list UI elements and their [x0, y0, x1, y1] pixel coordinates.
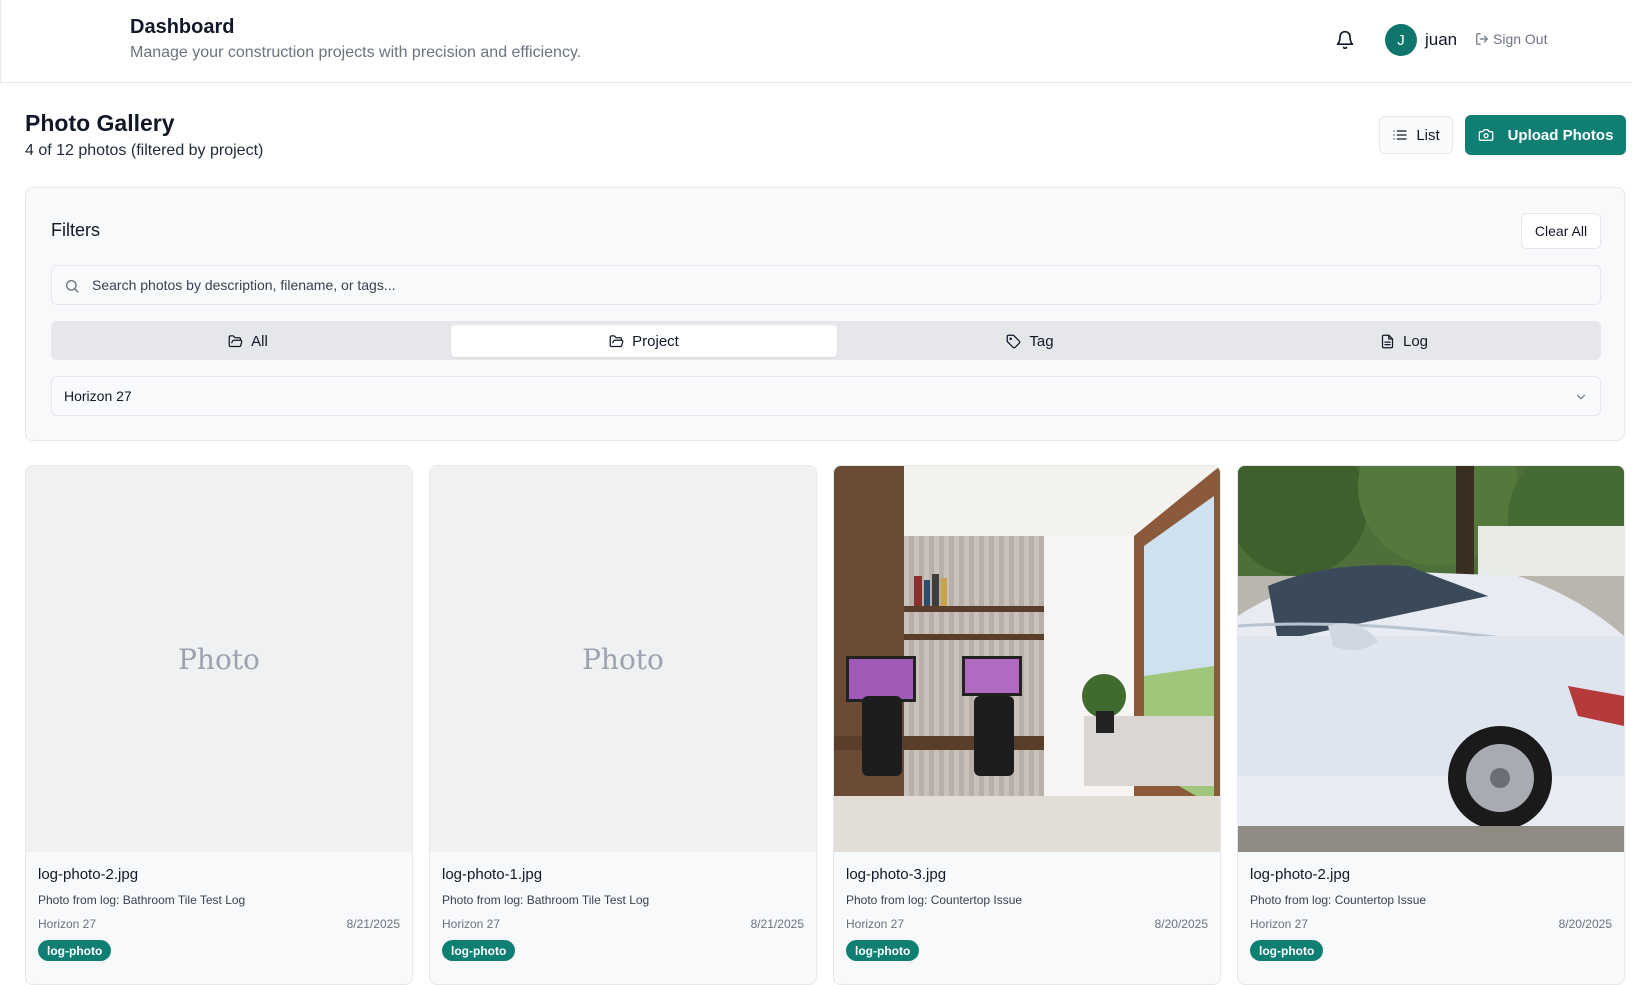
search-icon — [64, 278, 80, 294]
search-box — [51, 265, 1601, 305]
header-title: Dashboard — [130, 16, 235, 38]
photo-tag[interactable]: log-photo — [442, 940, 516, 961]
photo-date: 8/20/2025 — [1558, 917, 1612, 931]
tab-label: Tag — [1029, 332, 1054, 350]
photo-count: 4 of 12 photos (filtered by project) — [25, 142, 264, 159]
folder-icon — [228, 334, 243, 349]
tab-label: Project — [632, 332, 679, 350]
sign-out-label: Sign Out — [1493, 31, 1548, 47]
log-out-icon — [1475, 32, 1489, 46]
photo-filename: log-photo-2.jpg — [1250, 866, 1351, 883]
photo-placeholder: Photo — [26, 466, 412, 852]
photo-filename: log-photo-1.jpg — [442, 866, 543, 883]
tab-log[interactable]: Log — [1211, 325, 1597, 357]
tag-icon — [1006, 334, 1021, 349]
file-text-icon — [1380, 334, 1395, 349]
photo-project: Horizon 27 — [38, 917, 97, 931]
username: juan — [1425, 30, 1458, 49]
photo-project: Horizon 27 — [846, 917, 905, 931]
filters-title: Filters — [51, 220, 100, 240]
photo-filename: log-photo-2.jpg — [38, 866, 139, 883]
photo-description: Photo from log: Bathroom Tile Test Log — [38, 893, 246, 907]
photo-card[interactable]: log-photo-2.jpg Photo from log: Countert… — [1237, 465, 1625, 985]
photo-date: 8/20/2025 — [1154, 917, 1208, 931]
photo-project: Horizon 27 — [442, 917, 501, 931]
photo-placeholder: Photo — [430, 466, 816, 852]
photo-date: 8/21/2025 — [346, 917, 400, 931]
placeholder-text: Photo — [582, 642, 664, 676]
photo-description: Photo from log: Bathroom Tile Test Log — [442, 893, 650, 907]
top-header: Dashboard Manage your construction proje… — [0, 0, 1632, 83]
tab-all[interactable]: All — [55, 325, 441, 357]
filters-panel: Filters Clear All All Project Tag — [25, 187, 1625, 441]
photo-image — [834, 466, 1220, 852]
header-subtitle: Manage your construction projects with p… — [130, 44, 582, 61]
tab-project[interactable]: Project — [451, 325, 837, 357]
upload-photos-button[interactable]: Upload Photos — [1465, 115, 1626, 155]
folder-icon — [609, 334, 624, 349]
search-input[interactable] — [92, 266, 1592, 304]
photo-filename: log-photo-3.jpg — [846, 866, 947, 883]
avatar[interactable]: J — [1385, 24, 1417, 56]
photo-tag[interactable]: log-photo — [38, 940, 112, 961]
list-label: List — [1416, 126, 1440, 144]
tab-tag[interactable]: Tag — [837, 325, 1223, 357]
photo-image — [1238, 466, 1624, 852]
photo-tag[interactable]: log-photo — [846, 940, 920, 961]
photo-tag[interactable]: log-photo — [1250, 940, 1324, 961]
photo-description: Photo from log: Countertop Issue — [846, 893, 1023, 907]
photo-card[interactable]: Photo log-photo-1.jpg Photo from log: Ba… — [429, 465, 817, 985]
bell-icon[interactable] — [1335, 29, 1355, 51]
upload-label: Upload Photos — [1507, 126, 1614, 144]
list-icon — [1392, 127, 1408, 143]
placeholder-text: Photo — [178, 642, 260, 676]
photo-description: Photo from log: Countertop Issue — [1250, 893, 1427, 907]
page-title: Photo Gallery — [25, 110, 175, 136]
photo-date: 8/21/2025 — [750, 917, 804, 931]
photo-project: Horizon 27 — [1250, 917, 1309, 931]
tab-label: Log — [1402, 332, 1429, 350]
list-view-button[interactable]: List — [1379, 116, 1453, 154]
chevron-down-icon — [1574, 390, 1588, 404]
photo-card[interactable]: Photo log-photo-2.jpg Photo from log: Ba… — [25, 465, 413, 985]
filter-tabs: All Project Tag Log — [51, 321, 1601, 360]
project-select[interactable]: Horizon 27 — [51, 376, 1601, 416]
camera-icon — [1478, 127, 1494, 143]
photo-card[interactable]: log-photo-3.jpg Photo from log: Countert… — [833, 465, 1221, 985]
project-select-value: Horizon 27 — [64, 388, 132, 404]
clear-all-button[interactable]: Clear All — [1521, 213, 1601, 249]
tab-label: All — [251, 332, 268, 350]
sign-out-button[interactable]: Sign Out — [1475, 31, 1547, 47]
